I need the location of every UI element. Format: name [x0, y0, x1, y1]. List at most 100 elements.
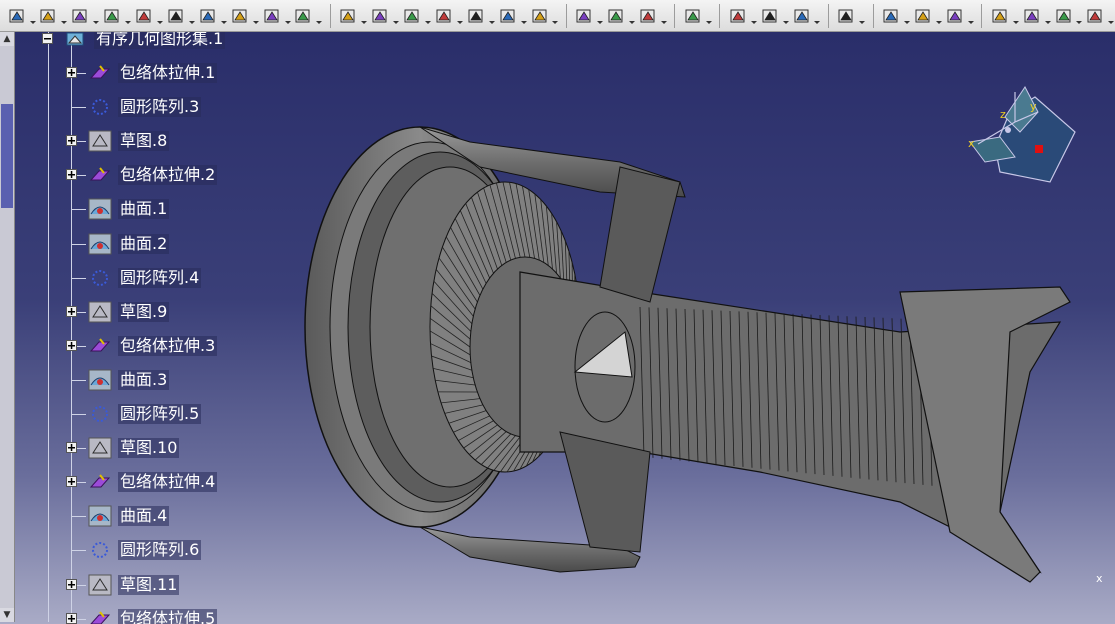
- tree-root[interactable]: 有序几何图形集.1: [14, 32, 254, 50]
- tree-node[interactable]: 圆形阵列.3: [14, 96, 254, 118]
- dropdown-arrow-icon[interactable]: [968, 6, 975, 26]
- boolean-icon[interactable]: [338, 5, 359, 27]
- tree-node[interactable]: 曲面.4: [14, 505, 254, 527]
- dropdown-arrow-icon[interactable]: [706, 6, 713, 26]
- expand-icon[interactable]: [66, 135, 77, 147]
- dropdown-arrow-icon[interactable]: [597, 6, 604, 26]
- dropdown-arrow-icon[interactable]: [1044, 6, 1051, 26]
- settings-icon[interactable]: [1085, 5, 1106, 27]
- compass-icon[interactable]: z y x: [960, 72, 1080, 192]
- surface-icon[interactable]: [1053, 5, 1074, 27]
- dropdown-arrow-icon[interactable]: [859, 6, 866, 26]
- point-icon[interactable]: [727, 5, 748, 27]
- dropdown-arrow-icon[interactable]: [904, 6, 911, 26]
- tree-node[interactable]: 草图.8: [14, 130, 254, 152]
- cube-icon[interactable]: [370, 5, 391, 27]
- part-icon[interactable]: [836, 5, 857, 27]
- axis-icon[interactable]: [529, 5, 550, 27]
- material-icon[interactable]: [944, 5, 965, 27]
- tree-node[interactable]: 包络体拉伸.3: [14, 335, 254, 357]
- tree-node[interactable]: 草图.10: [14, 437, 254, 459]
- expand-icon[interactable]: [66, 339, 77, 351]
- loft-icon[interactable]: [293, 5, 314, 27]
- cylinder-icon[interactable]: [102, 5, 123, 27]
- text-annotation-icon[interactable]: [881, 5, 902, 27]
- extrude-icon[interactable]: [165, 5, 186, 27]
- sketch-icon: [88, 301, 112, 323]
- scroll-thumb[interactable]: [1, 104, 13, 208]
- dropdown-arrow-icon[interactable]: [629, 6, 636, 26]
- tree-node[interactable]: 曲面.1: [14, 198, 254, 220]
- dropdown-arrow-icon[interactable]: [1076, 6, 1083, 26]
- dropdown-arrow-icon[interactable]: [488, 6, 495, 26]
- dropdown-arrow-icon[interactable]: [782, 6, 789, 26]
- expand-icon[interactable]: [66, 442, 77, 454]
- dropdown-arrow-icon[interactable]: [1012, 6, 1019, 26]
- tree-node[interactable]: 曲面.3: [14, 369, 254, 391]
- dropdown-arrow-icon[interactable]: [316, 6, 323, 26]
- tree-node[interactable]: 曲面.2: [14, 233, 254, 255]
- plane-icon[interactable]: [791, 5, 812, 27]
- dropdown-arrow-icon[interactable]: [1108, 6, 1115, 26]
- dropdown-arrow-icon[interactable]: [936, 6, 943, 26]
- collapse-icon[interactable]: [42, 33, 53, 44]
- dropdown-arrow-icon[interactable]: [61, 6, 68, 26]
- expand-icon[interactable]: [66, 169, 77, 181]
- dropdown-arrow-icon[interactable]: [220, 6, 227, 26]
- shell-icon[interactable]: [433, 5, 454, 27]
- tree-node[interactable]: 包络体拉伸.2: [14, 164, 254, 186]
- pad-icon[interactable]: [70, 5, 91, 27]
- measure-icon[interactable]: [497, 5, 518, 27]
- scroll-down-arrow-icon[interactable]: ▼: [0, 608, 14, 622]
- tree-node[interactable]: 包络体拉伸.5: [14, 608, 254, 624]
- transform-icon[interactable]: [574, 5, 595, 27]
- tree-node[interactable]: 圆形阵列.6: [14, 539, 254, 561]
- dropdown-arrow-icon[interactable]: [393, 6, 400, 26]
- line-icon[interactable]: [759, 5, 780, 27]
- tree-node[interactable]: 草图.9: [14, 301, 254, 323]
- expand-icon[interactable]: [66, 578, 77, 590]
- point-small-icon[interactable]: [989, 5, 1010, 27]
- expand-icon[interactable]: [66, 305, 77, 317]
- expand-icon[interactable]: [66, 67, 77, 78]
- dropdown-arrow-icon[interactable]: [189, 6, 196, 26]
- compass-x-label: x: [968, 137, 975, 150]
- dropdown-arrow-icon[interactable]: [252, 6, 259, 26]
- grid-surface-icon[interactable]: [465, 5, 486, 27]
- tree-node[interactable]: 草图.11: [14, 574, 254, 596]
- sweep-icon[interactable]: [229, 5, 250, 27]
- fit-all-icon[interactable]: [682, 5, 703, 27]
- dropdown-arrow-icon[interactable]: [284, 6, 291, 26]
- dropdown-arrow-icon[interactable]: [125, 6, 132, 26]
- tree-node[interactable]: 包络体拉伸.1: [14, 62, 254, 84]
- dropdown-arrow-icon[interactable]: [814, 6, 821, 26]
- tree-node[interactable]: 包络体拉伸.4: [14, 471, 254, 493]
- sketch-icon[interactable]: [6, 5, 27, 27]
- dropdown-arrow-icon[interactable]: [457, 6, 464, 26]
- curve-icon[interactable]: [1021, 5, 1042, 27]
- matrix-icon[interactable]: [638, 5, 659, 27]
- dropdown-arrow-icon[interactable]: [552, 6, 559, 26]
- scroll-up-arrow-icon[interactable]: ▲: [0, 32, 14, 46]
- pattern-icon[interactable]: [606, 5, 627, 27]
- fill-icon[interactable]: [261, 5, 282, 27]
- 3d-viewport[interactable]: ▲ ▼ 有序几何图形集.1 包络体拉伸.1 圆形阵列.3 草图.8 包络体拉伸.2 曲面…: [0, 32, 1115, 624]
- flag-note-icon[interactable]: [912, 5, 933, 27]
- dropdown-arrow-icon[interactable]: [29, 6, 36, 26]
- dropdown-arrow-icon[interactable]: [157, 6, 164, 26]
- box-icon[interactable]: [401, 5, 422, 27]
- revolve-icon[interactable]: [197, 5, 218, 27]
- tree-node[interactable]: 圆形阵列.4: [14, 267, 254, 289]
- dropdown-arrow-icon[interactable]: [361, 6, 368, 26]
- dropdown-arrow-icon[interactable]: [425, 6, 432, 26]
- dropdown-arrow-icon[interactable]: [93, 6, 100, 26]
- pocket-icon[interactable]: [134, 5, 155, 27]
- expand-icon[interactable]: [66, 612, 77, 624]
- dropdown-arrow-icon[interactable]: [520, 6, 527, 26]
- tree-scrollbar[interactable]: ▲ ▼: [0, 32, 15, 622]
- dropdown-arrow-icon[interactable]: [750, 6, 757, 26]
- tree-node[interactable]: 圆形阵列.5: [14, 403, 254, 425]
- dropdown-arrow-icon[interactable]: [661, 6, 668, 26]
- expand-icon[interactable]: [66, 476, 77, 488]
- sketch-edit-icon[interactable]: [38, 5, 59, 27]
